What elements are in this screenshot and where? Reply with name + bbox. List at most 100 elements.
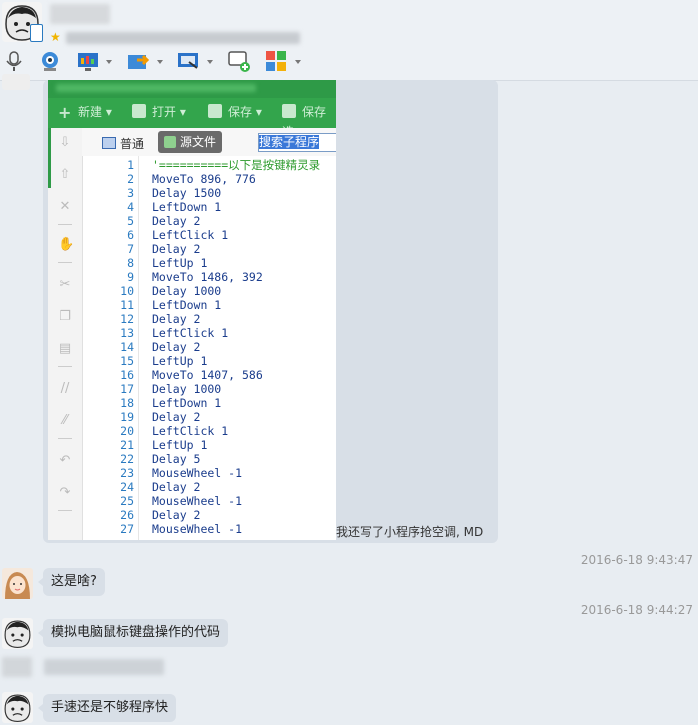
microphone-icon[interactable]: [3, 50, 25, 72]
code-line: '==========以下是按键精灵录: [152, 158, 321, 172]
undo-icon[interactable]: ↶: [58, 454, 72, 468]
code-line: Delay 2: [152, 508, 201, 522]
star-icon: ★: [50, 30, 61, 44]
line-number: 20: [120, 424, 134, 438]
apps-icon[interactable]: [265, 50, 287, 72]
screenshot-titlebar: [48, 80, 336, 98]
remote-desktop-dropdown-icon[interactable]: [207, 60, 213, 64]
code-line: LeftClick 1: [152, 424, 229, 438]
window-icon: [102, 137, 116, 149]
code-line: Delay 2: [152, 242, 201, 256]
up-arrow-icon[interactable]: ⇧: [58, 168, 72, 182]
save-icon: [208, 104, 222, 118]
file-transfer-icon[interactable]: [127, 50, 149, 72]
line-number: 16: [120, 368, 134, 382]
code-line: LeftDown 1: [152, 396, 222, 410]
line-number: 7: [127, 242, 134, 256]
line-number: 27: [120, 522, 134, 536]
editor-tabs: 普通 源文件 搜索子程序: [82, 128, 336, 156]
save-as-button[interactable]: 保存选: [282, 102, 336, 139]
redo-icon[interactable]: ↷: [58, 486, 72, 500]
timestamp: 2016-6-18 9:44:27: [580, 603, 693, 617]
line-number: 5: [127, 214, 134, 228]
apps-dropdown-icon[interactable]: [295, 60, 301, 64]
line-number: 12: [120, 312, 134, 326]
file-transfer-dropdown-icon[interactable]: [157, 60, 163, 64]
code-line: LeftDown 1: [152, 200, 222, 214]
line-number: 18: [120, 396, 134, 410]
code-line: LeftClick 1: [152, 326, 229, 340]
tab-source[interactable]: 源文件: [158, 131, 223, 153]
mobile-online-icon: [30, 24, 43, 42]
delete-icon[interactable]: ✕: [58, 200, 72, 214]
code-line: LeftUp 1: [152, 256, 208, 270]
save-button[interactable]: 保存 ▾: [208, 102, 262, 122]
chat-message[interactable]: 模拟电脑鼠标键盘操作的代码: [37, 619, 229, 647]
code-line: Delay 2: [152, 480, 201, 494]
girl-avatar[interactable]: [2, 568, 33, 599]
line-number: 13: [120, 326, 134, 340]
search-subroutine-input[interactable]: 搜索子程序: [258, 133, 336, 152]
hand-icon[interactable]: ✋: [58, 238, 74, 252]
screen-share-icon[interactable]: [77, 50, 99, 72]
chat-message[interactable]: 手速还是不够程序快: [37, 694, 177, 722]
remote-desktop-icon[interactable]: [177, 50, 199, 72]
code-line: LeftUp 1: [152, 354, 208, 368]
code-line: MoveTo 1486, 392: [152, 270, 263, 284]
sender-avatar[interactable]: [2, 692, 33, 723]
sender-avatar[interactable]: [2, 618, 33, 649]
line-number: 25: [120, 494, 134, 508]
contact-signature-blurred: [66, 32, 300, 44]
blurred-avatar: [2, 657, 32, 677]
code-line: Delay 1500: [152, 186, 222, 200]
code-line: MoveTo 1407, 586: [152, 368, 263, 382]
line-number: 14: [120, 340, 134, 354]
code-line: Delay 2: [152, 410, 201, 424]
line-number: 15: [120, 354, 134, 368]
line-number: 4: [127, 200, 134, 214]
line-number: 9: [127, 270, 134, 284]
down-arrow-icon[interactable]: ⇩: [58, 136, 72, 150]
sender-avatar[interactable]: [2, 74, 30, 90]
code-line: MouseWheel -1: [152, 466, 243, 480]
line-number: 3: [127, 186, 134, 200]
camera-icon[interactable]: [39, 50, 61, 72]
code-line: Delay 5: [152, 452, 201, 466]
code-line: MouseWheel -1: [152, 522, 243, 536]
folder-icon: [132, 104, 146, 118]
uncomment-icon[interactable]: ⁄⁄: [58, 414, 72, 428]
paste-icon[interactable]: ▤: [58, 342, 72, 356]
line-number: 2: [127, 172, 134, 186]
message-caption: 我还写了小程序抢空调, MD: [336, 525, 484, 539]
line-number: 10: [120, 284, 134, 298]
line-number: 23: [120, 466, 134, 480]
screenshot-sidebar: ⇩ ⇧ ✕ ✋ ✂ ❐ ▤ // ⁄⁄ ↶ ↷ Go: [48, 128, 83, 540]
line-number: 11: [120, 298, 134, 312]
new-button[interactable]: + 新建 ▾: [58, 102, 112, 122]
blurred-message: [44, 659, 164, 675]
copy-icon[interactable]: ❐: [58, 310, 72, 324]
chat-header: ★: [0, 0, 698, 81]
code-line: LeftUp 1: [152, 438, 208, 452]
timestamp: 2016-6-18 9:43:47: [580, 553, 693, 567]
source-file-icon: [164, 136, 176, 148]
code-line: Delay 2: [152, 214, 201, 228]
code-line: LeftClick 1: [152, 228, 229, 242]
line-number: 6: [127, 228, 134, 242]
code-line: Delay 1000: [152, 284, 222, 298]
comment-icon[interactable]: //: [58, 382, 72, 396]
line-number: 26: [120, 508, 134, 522]
shared-screenshot[interactable]: +新建 ▾ 打开 ▾ 保存 ▾ 保存选 ⇩ ⇧ ✕ ✋ ✂ ❐ ▤ // ⁄⁄ …: [48, 80, 336, 540]
message-add-icon[interactable]: [228, 50, 250, 72]
tab-normal[interactable]: 普通: [102, 135, 144, 152]
chat-message[interactable]: 这是啥?: [38, 568, 105, 596]
line-number: 19: [120, 410, 134, 424]
save-as-icon: [282, 104, 296, 118]
code-line: Delay 2: [152, 340, 201, 354]
code-line: Delay 2: [152, 312, 201, 326]
open-button[interactable]: 打开 ▾: [132, 102, 186, 122]
code-line: Delay 1000: [152, 382, 222, 396]
screen-share-dropdown-icon[interactable]: [106, 60, 112, 64]
line-number: 8: [127, 256, 134, 270]
cut-icon[interactable]: ✂: [58, 278, 72, 292]
